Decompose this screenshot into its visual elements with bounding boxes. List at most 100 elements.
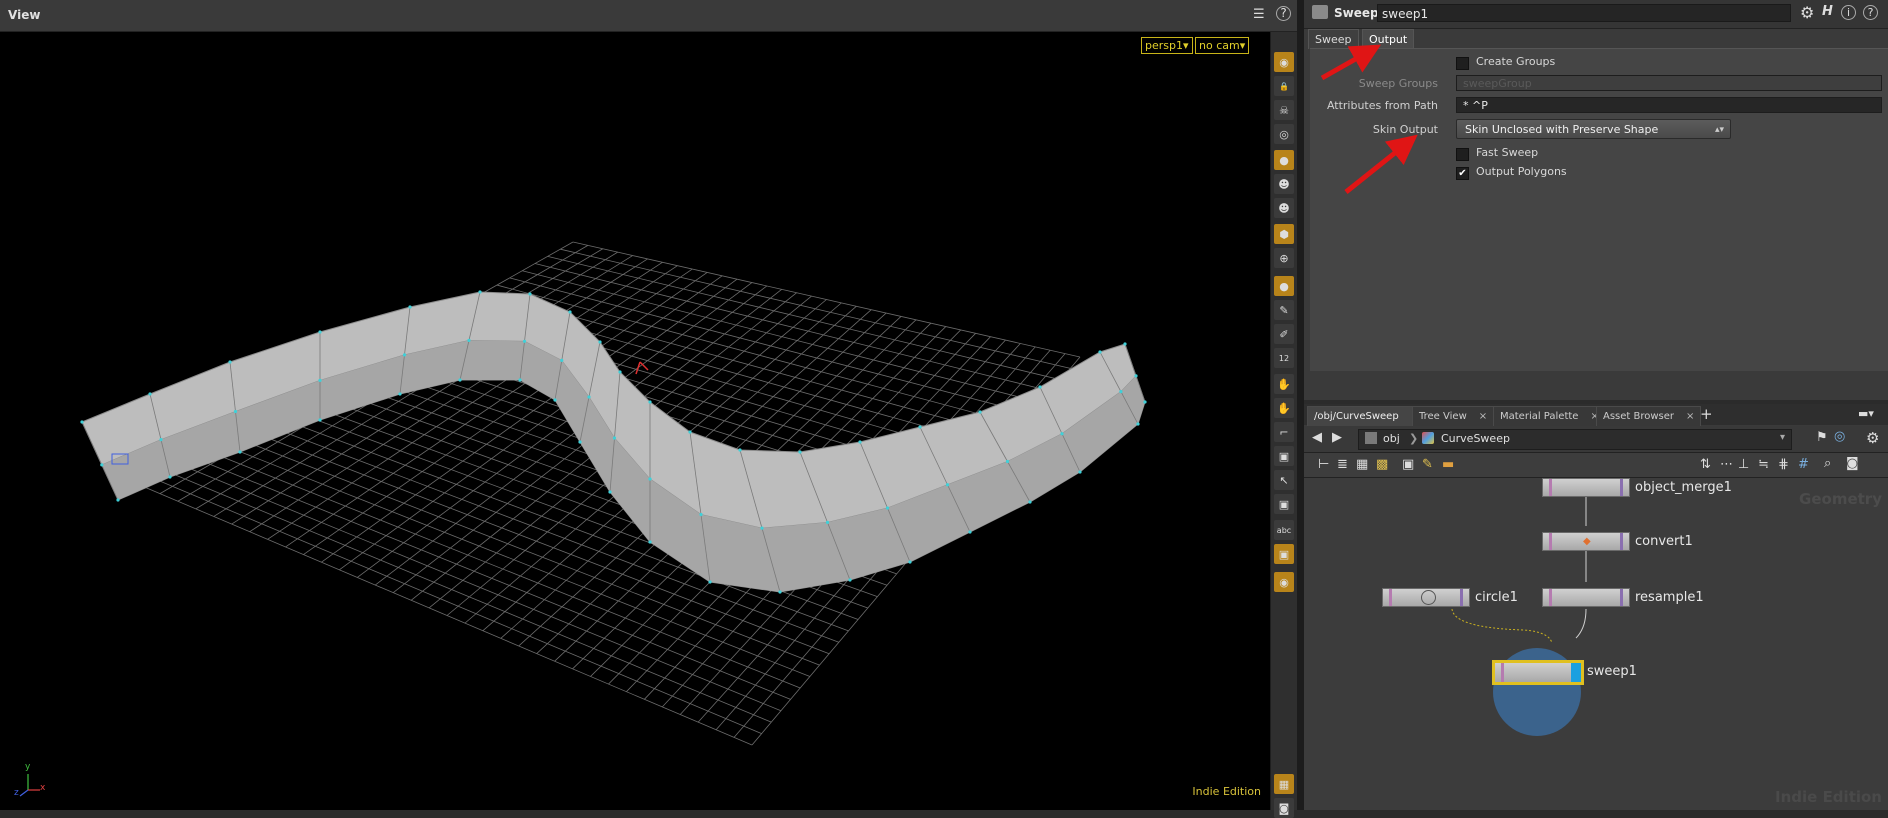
palette-icon[interactable]: ▩ [1376, 457, 1388, 472]
path-node[interactable]: CurveSweep [1441, 432, 1510, 445]
pin-icon[interactable]: ⚑ [1816, 430, 1828, 445]
pick-icon[interactable]: ✐ [1274, 324, 1294, 344]
box-icon[interactable]: ▬ [1442, 457, 1454, 472]
snapping-icon[interactable]: ◎ [1274, 124, 1294, 144]
transform-icon[interactable]: ↖ [1274, 470, 1294, 490]
tab-asset-browser[interactable]: Asset Browser × [1596, 406, 1702, 426]
node-label-resample[interactable]: resample1 [1635, 590, 1704, 605]
layout-icon[interactable]: ⇅ [1700, 457, 1711, 472]
circle-icon [1421, 590, 1436, 605]
add-tab-icon[interactable]: + [1700, 405, 1713, 423]
node-convert1[interactable]: ◆ [1542, 532, 1630, 551]
camera-icon[interactable]: ◙ [1846, 456, 1859, 471]
close-icon[interactable]: × [1479, 411, 1487, 422]
tab-tree-view[interactable]: Tree View × [1412, 406, 1495, 426]
node-circle1[interactable] [1382, 588, 1470, 607]
path-dropdown-icon[interactable]: ▾ [1780, 432, 1785, 443]
render-icon[interactable]: ⬢ [1274, 224, 1294, 244]
tab-obj-curvesweep[interactable]: /obj/CurveSweep× [1307, 406, 1427, 426]
network-pane: /obj/CurveSweep× Tree View× Material Pal… [1304, 404, 1888, 810]
light-icon[interactable]: ● [1274, 150, 1294, 170]
convert-icon: ◆ [1583, 536, 1591, 547]
lock-icon[interactable]: 🔒 [1274, 76, 1294, 96]
brush-icon[interactable]: ✎ [1274, 300, 1294, 320]
view-title: View [8, 8, 41, 22]
arrow-to-output-tab [1320, 44, 1382, 81]
network-editor-canvas[interactable]: Geometry Indie Edition object_merge1 ◆ c… [1304, 478, 1888, 810]
tab-label: Material Palette [1500, 411, 1579, 422]
sweep-tube-geometry [81, 291, 1146, 593]
snapshot-icon[interactable]: ◙ [1274, 798, 1294, 818]
3d-viewport[interactable]: y x z [0, 32, 1270, 810]
path-breadcrumb[interactable]: obj ❯ CurveSweep ▾ [1358, 429, 1792, 450]
quad-view-icon[interactable]: ▦ [1274, 774, 1294, 794]
scale-icon[interactable]: ▣ [1274, 446, 1294, 466]
sticky-note-icon[interactable]: ✎ [1422, 457, 1433, 472]
node-resample1[interactable] [1542, 588, 1630, 607]
forward-arrow-icon[interactable]: ▶ [1332, 430, 1342, 445]
indie-edition-label: Indie Edition [1192, 785, 1261, 798]
display-options-icon[interactable]: ☰ [1253, 7, 1265, 22]
arrow-to-skin-output [1344, 134, 1418, 194]
viewport-toolbar: ◉ 🔒 ☠ ◎ ● ☻ ☻ ⬢ ⊕ ● ✎ ✐ 12 ✋ ✋ ⌐ ▣ ↖ ▣ abc ▣ ◉ ▦ ◙ [1270, 32, 1298, 818]
zoom-icon[interactable]: ⌕ [1824, 456, 1831, 471]
network-tab-bar: /obj/CurveSweep× Tree View× Material Pal… [1304, 404, 1888, 426]
camera-icon[interactable]: ◉ [1274, 52, 1294, 72]
list-icon[interactable]: ≣ [1337, 457, 1348, 472]
corner-icon[interactable]: ⌐ [1274, 422, 1294, 442]
node-label-circle[interactable]: circle1 [1475, 590, 1518, 605]
paint-icon[interactable]: ✋ [1274, 398, 1294, 418]
ghost-icon[interactable]: ☠ [1274, 100, 1294, 120]
light2-icon[interactable]: ◉ [1274, 572, 1294, 592]
dependency-icon[interactable]: ⋕ [1778, 457, 1789, 472]
select-icon[interactable]: ● [1274, 276, 1294, 296]
axis-x-label: x [40, 783, 46, 793]
node-sweep1-selected[interactable] [1492, 660, 1584, 685]
skeleton-icon[interactable]: ☻ [1274, 174, 1294, 194]
node-label-object-merge[interactable]: object_merge1 [1635, 480, 1732, 495]
tab-label: Tree View [1419, 411, 1467, 422]
camera-menu[interactable]: persp1▾ [1141, 37, 1193, 54]
gear-icon[interactable]: ⚙ [1866, 429, 1879, 447]
network-path-bar: ◀ ▶ obj ❯ CurveSweep ▾ ⚑ ◎ ⚙ [1304, 426, 1888, 453]
view-header: View ☰ ? [0, 0, 1297, 32]
tab-material-palette[interactable]: Material Palette × [1493, 406, 1606, 426]
handle-icon[interactable]: ⊕ [1274, 248, 1294, 268]
box-icon[interactable]: ▣ [1274, 494, 1294, 514]
node-label-sweep[interactable]: sweep1 [1587, 664, 1637, 679]
bone-icon[interactable]: ☻ [1274, 198, 1294, 218]
obj-icon [1365, 432, 1377, 444]
tab-label: /obj/CurveSweep [1314, 411, 1399, 422]
path-separator-icon: ❯ [1409, 432, 1419, 445]
axis-gizmo [19, 774, 40, 797]
snap-icon[interactable]: ⊥ [1738, 457, 1749, 472]
node-object-merge1[interactable] [1542, 478, 1630, 497]
link-icon[interactable]: ◎ [1834, 429, 1845, 444]
pane-menu-icon[interactable]: ▬▾ [1858, 407, 1874, 420]
text-icon[interactable]: abc [1274, 520, 1294, 540]
axis-z-label: z [14, 788, 19, 798]
pane-splitter[interactable] [1297, 0, 1304, 810]
grid-icon[interactable]: # [1798, 457, 1809, 472]
geo-node-icon [1422, 432, 1434, 444]
wire-style-icon[interactable]: ≒ [1758, 457, 1769, 472]
back-arrow-icon[interactable]: ◀ [1312, 430, 1322, 445]
close-icon[interactable]: × [1686, 411, 1694, 422]
align-icon[interactable]: ⋯ [1720, 457, 1733, 472]
node-wires [1451, 494, 1587, 736]
axis-y-label: y [25, 762, 31, 772]
image-icon[interactable]: ▣ [1402, 457, 1414, 472]
node-label-convert[interactable]: convert1 [1635, 534, 1693, 549]
annotation-arrows [1320, 44, 1418, 194]
cam-lock-menu[interactable]: no cam▾ [1195, 37, 1250, 54]
path-root[interactable]: obj [1383, 432, 1400, 445]
tree-icon[interactable]: ⊢ [1318, 457, 1329, 472]
viewport-scene [19, 241, 1147, 797]
network-toolbar: ⊢ ≣ ▦ ▩ ▣ ✎ ▬ ⇅ ⋯ ⊥ ≒ ⋕ # ⌕ ◙ [1304, 453, 1888, 478]
tab-label: Asset Browser [1603, 411, 1675, 422]
display-icon[interactable]: ▣ [1274, 544, 1294, 564]
help-icon[interactable]: ? [1276, 6, 1291, 21]
numbers-icon[interactable]: 12 [1274, 348, 1294, 368]
fill-icon[interactable]: ✋ [1274, 374, 1294, 394]
grid-view-icon[interactable]: ▦ [1356, 457, 1368, 472]
